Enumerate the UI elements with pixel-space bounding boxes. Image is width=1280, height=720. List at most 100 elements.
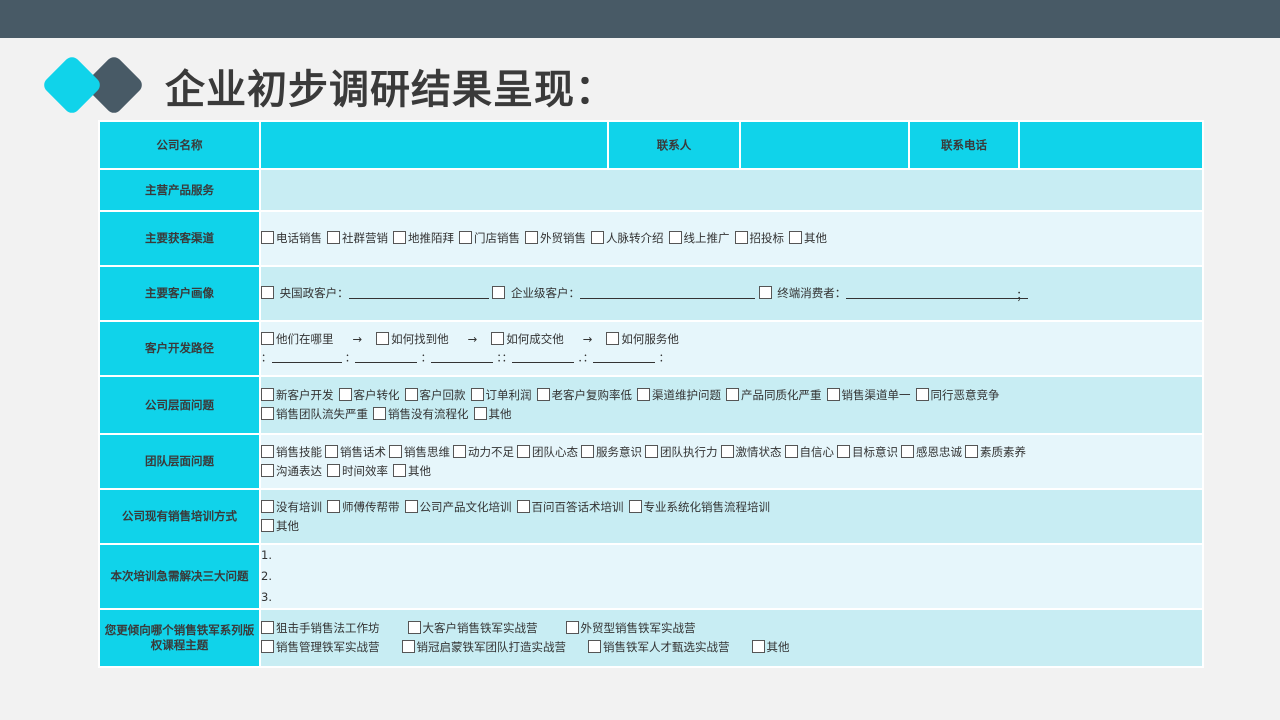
path-blank-5[interactable] xyxy=(593,350,656,363)
checkbox[interactable] xyxy=(470,388,484,401)
checkbox[interactable] xyxy=(261,231,274,244)
checkbox[interactable] xyxy=(516,499,530,513)
checkbox[interactable] xyxy=(401,640,415,653)
option-item[interactable]: 外贸型销售铁军实战营 xyxy=(565,619,696,638)
checkbox[interactable] xyxy=(261,499,274,513)
checkbox[interactable] xyxy=(261,640,274,653)
path-blank-4[interactable] xyxy=(512,350,575,363)
option-item[interactable]: 客户回款 xyxy=(404,386,466,405)
checkbox[interactable] xyxy=(338,388,352,401)
option-item[interactable]: 电话销售 xyxy=(261,229,322,248)
option-item[interactable]: 销售话术 xyxy=(325,443,386,462)
option-item[interactable]: 大客户销售铁军实战营 xyxy=(407,619,538,638)
option-item[interactable]: 没有培训 xyxy=(261,498,322,517)
checkbox[interactable] xyxy=(327,463,340,477)
path-blank-3[interactable] xyxy=(431,350,494,363)
option-item[interactable]: 客户转化 xyxy=(338,386,400,405)
checkbox[interactable] xyxy=(404,499,418,513)
gov-customer-checkbox[interactable] xyxy=(261,286,274,299)
checkbox[interactable] xyxy=(389,444,402,458)
option-item[interactable]: 社群营销 xyxy=(327,229,388,248)
phone-field[interactable] xyxy=(1018,120,1204,170)
checkbox[interactable] xyxy=(789,231,802,244)
option-item[interactable]: 团队心态 xyxy=(517,443,578,462)
checkbox[interactable] xyxy=(751,640,765,653)
checkbox[interactable] xyxy=(261,621,274,634)
checkbox[interactable] xyxy=(407,621,421,634)
option-item[interactable]: 线上推广 xyxy=(668,229,730,248)
option-item[interactable]: 其他 xyxy=(789,229,827,248)
checkbox[interactable] xyxy=(473,407,487,420)
checkbox[interactable] xyxy=(637,388,650,401)
checkbox[interactable] xyxy=(404,388,418,401)
option-item[interactable]: 素质素养 xyxy=(965,443,1026,462)
option-item[interactable]: 销售管理铁军实战营 xyxy=(261,638,380,657)
option-item[interactable]: 动力不足 xyxy=(453,443,514,462)
option-item[interactable]: 老客户复购率低 xyxy=(536,386,632,405)
problem-item-1[interactable]: 1. xyxy=(261,545,1202,566)
checkbox[interactable] xyxy=(325,444,338,458)
option-item[interactable]: 渠道维护问题 xyxy=(637,386,721,405)
option-item[interactable]: 销售技能 xyxy=(261,443,322,462)
checkbox[interactable] xyxy=(393,231,406,244)
checkbox[interactable] xyxy=(393,463,406,477)
checkbox[interactable] xyxy=(645,444,658,458)
checkbox[interactable] xyxy=(720,444,734,458)
checkbox[interactable] xyxy=(837,444,850,458)
option-item[interactable]: 狙击手销售法工作坊 xyxy=(261,619,380,638)
checkbox[interactable] xyxy=(606,331,620,345)
path-blank-1[interactable] xyxy=(271,350,342,363)
option-item[interactable]: 其他 xyxy=(261,517,299,536)
checkbox[interactable] xyxy=(628,499,642,513)
checkbox[interactable] xyxy=(261,518,274,532)
checkbox[interactable] xyxy=(588,640,601,653)
checkbox[interactable] xyxy=(784,444,798,458)
checkbox[interactable] xyxy=(668,231,682,244)
path-step-1[interactable]: 他们在哪里 xyxy=(261,330,334,349)
option-item[interactable]: 其他 xyxy=(393,462,431,481)
checkbox[interactable] xyxy=(491,331,505,345)
path-blank-2[interactable] xyxy=(355,350,418,363)
option-item[interactable]: 自信心 xyxy=(784,443,834,462)
checkbox[interactable] xyxy=(261,388,274,401)
problem-item-2[interactable]: 2. xyxy=(261,566,1202,587)
checkbox[interactable] xyxy=(459,231,472,244)
checkbox[interactable] xyxy=(261,407,274,420)
option-item[interactable]: 销售没有流程化 xyxy=(373,405,469,424)
checkbox[interactable] xyxy=(373,407,386,420)
checkbox[interactable] xyxy=(915,388,929,401)
option-item[interactable]: 门店销售 xyxy=(459,229,520,248)
option-item[interactable]: 外贸销售 xyxy=(525,229,586,248)
consumer-checkbox[interactable] xyxy=(758,286,772,299)
path-step-4[interactable]: 如何服务他 xyxy=(606,330,679,349)
option-item[interactable]: 同行恶意竞争 xyxy=(915,386,1000,405)
checkbox[interactable] xyxy=(965,444,978,458)
option-item[interactable]: 其他 xyxy=(473,405,512,424)
checkbox[interactable] xyxy=(327,499,340,513)
option-item[interactable]: 激情状态 xyxy=(720,443,782,462)
contact-field[interactable] xyxy=(739,120,910,170)
checkbox[interactable] xyxy=(261,463,274,477)
path-step-2[interactable]: 如何找到他 xyxy=(376,330,449,349)
checkbox[interactable] xyxy=(261,444,274,458)
checkbox[interactable] xyxy=(591,231,604,244)
checkbox[interactable] xyxy=(453,444,466,458)
option-item[interactable]: 师傅传帮带 xyxy=(327,498,400,517)
option-item[interactable]: 产品同质化严重 xyxy=(726,386,822,405)
checkbox[interactable] xyxy=(376,331,390,345)
option-item[interactable]: 新客户开发 xyxy=(261,386,334,405)
checkbox[interactable] xyxy=(517,444,530,458)
checkbox[interactable] xyxy=(826,388,840,401)
checkbox[interactable] xyxy=(734,231,748,244)
path-step-3[interactable]: 如何成交他 xyxy=(491,330,564,349)
option-item[interactable]: 公司产品文化培训 xyxy=(404,498,512,517)
checkbox[interactable] xyxy=(565,621,579,634)
option-item[interactable]: 专业系统化销售流程培训 xyxy=(628,498,770,517)
gov-customer-blank[interactable] xyxy=(348,286,489,299)
option-item[interactable]: 其他 xyxy=(751,638,790,657)
enterprise-customer-checkbox[interactable] xyxy=(492,286,506,299)
option-item[interactable]: 招投标 xyxy=(734,229,784,248)
checkbox[interactable] xyxy=(536,388,550,401)
option-item[interactable]: 目标意识 xyxy=(837,443,898,462)
option-item[interactable]: 服务意识 xyxy=(581,443,642,462)
